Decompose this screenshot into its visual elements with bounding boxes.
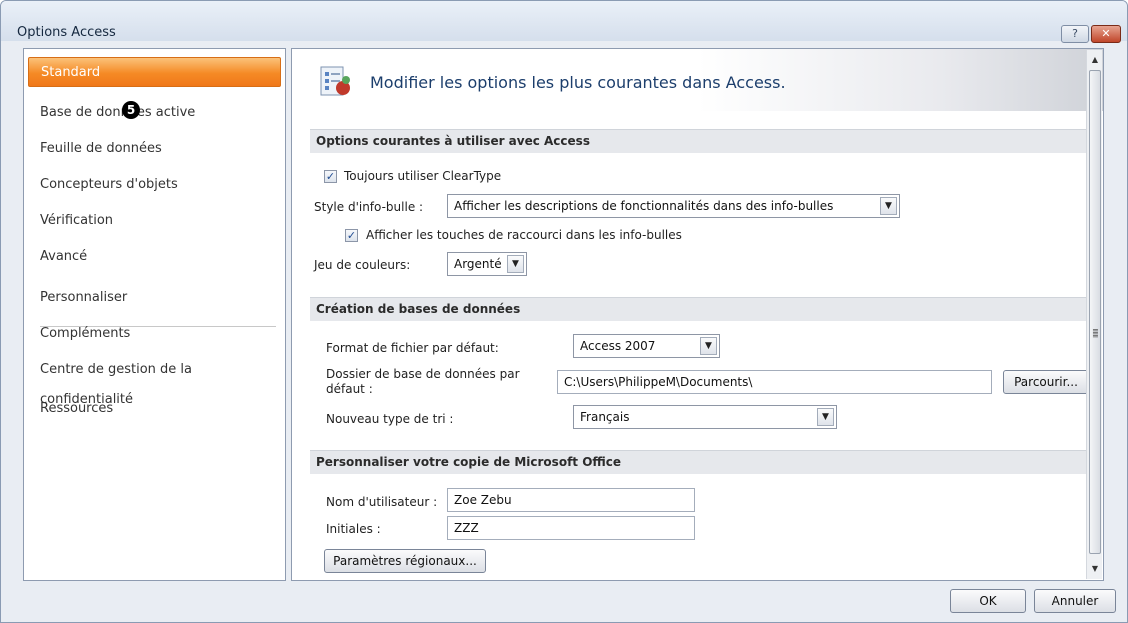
options-settings-icon: [320, 66, 350, 96]
chevron-down-icon[interactable]: ▼: [507, 255, 524, 273]
options-dialog: Options Access ? ✕ Standard Base de donn…: [0, 0, 1128, 623]
checkmark-icon: ✓: [325, 170, 336, 183]
initials-input[interactable]: ZZZ: [447, 516, 695, 540]
chevron-down-icon[interactable]: ▼: [880, 197, 897, 215]
username-input[interactable]: Zoe Zebu: [447, 488, 695, 512]
tooltip-style-select[interactable]: Afficher les descriptions de fonctionnal…: [447, 194, 900, 218]
ok-button[interactable]: OK: [950, 589, 1026, 613]
nav-item-proofing[interactable]: Vérification: [28, 206, 281, 236]
color-scheme-value: Argenté: [454, 257, 502, 271]
nav-item-trust-center[interactable]: Centre de gestion de la confidentialité: [28, 355, 281, 407]
category-nav: Standard Base de données active Feuille …: [23, 48, 286, 581]
sort-order-value: Français: [580, 410, 630, 424]
chevron-down-icon[interactable]: ▼: [817, 408, 834, 426]
scroll-up-icon[interactable]: ▲: [1087, 52, 1103, 68]
color-scheme-label: Jeu de couleurs:: [314, 258, 411, 272]
nav-item-datasheet[interactable]: Feuille de données: [28, 134, 281, 164]
tooltip-style-value: Afficher les descriptions de fonctionnal…: [454, 199, 834, 213]
nav-item-customize[interactable]: Personnaliser: [28, 283, 281, 313]
nav-item-resources[interactable]: Ressources: [28, 394, 281, 424]
nav-item-advanced[interactable]: Avancé: [28, 242, 281, 272]
browse-button[interactable]: Parcourir...: [1003, 370, 1089, 394]
cancel-button[interactable]: Annuler: [1034, 589, 1116, 613]
shortcut-keys-label: Afficher les touches de raccourci dans l…: [366, 228, 682, 242]
scrollbar-thumb[interactable]: ═ ═ ═: [1089, 70, 1101, 554]
default-format-select[interactable]: Access 2007 ▼: [573, 334, 720, 358]
username-label: Nom d'utilisateur :: [326, 495, 438, 509]
section-header-create-database: Création de bases de données: [310, 297, 1090, 321]
callout-5-badge: 5: [122, 101, 140, 119]
shortcut-keys-checkbox[interactable]: ✓: [345, 229, 358, 242]
nav-item-active-database[interactable]: Base de données active: [28, 98, 281, 128]
sort-order-label: Nouveau type de tri :: [326, 412, 454, 426]
sort-order-select[interactable]: Français ▼: [573, 405, 837, 429]
regional-settings-button[interactable]: Paramètres régionaux...: [324, 549, 486, 573]
section-header-common-options: Options courantes à utiliser avec Access: [310, 129, 1090, 153]
close-button[interactable]: ✕: [1091, 25, 1121, 43]
default-format-label: Format de fichier par défaut:: [326, 341, 499, 355]
content-heading: Modifier les options les plus courantes …: [370, 73, 786, 92]
scroll-down-icon[interactable]: ▼: [1087, 561, 1103, 577]
content-scrollbar[interactable]: ▲ ═ ═ ═ ▼: [1086, 50, 1102, 579]
initials-label: Initiales :: [326, 522, 381, 536]
help-button[interactable]: ?: [1061, 25, 1089, 43]
default-folder-input[interactable]: C:\Users\PhilippeM\Documents\: [557, 370, 992, 394]
default-folder-label-line2: défaut :: [326, 382, 373, 396]
content-header: Modifier les options les plus courantes …: [292, 49, 1103, 111]
chevron-down-icon[interactable]: ▼: [700, 337, 717, 355]
default-format-value: Access 2007: [580, 339, 656, 353]
options-content-panel: Modifier les options les plus courantes …: [291, 48, 1104, 581]
window-title: Options Access: [17, 25, 116, 40]
cleartype-checkbox[interactable]: ✓: [324, 170, 337, 183]
tooltip-style-label: Style d'info-bulle :: [314, 200, 424, 214]
title-bar: Options Access ? ✕: [1, 1, 1127, 43]
color-scheme-select[interactable]: Argenté ▼: [447, 252, 527, 276]
nav-item-standard[interactable]: Standard: [28, 57, 281, 87]
default-folder-label-line1: Dossier de base de données par: [326, 367, 520, 381]
nav-item-object-designers[interactable]: Concepteurs d'objets: [28, 170, 281, 200]
checkmark-icon: ✓: [346, 229, 357, 242]
section-header-personalize: Personnaliser votre copie de Microsoft O…: [310, 450, 1090, 474]
cleartype-label: Toujours utiliser ClearType: [344, 169, 502, 183]
grip-icon: ═ ═ ═: [1093, 326, 1098, 341]
nav-item-add-ins[interactable]: Compléments: [28, 319, 281, 349]
